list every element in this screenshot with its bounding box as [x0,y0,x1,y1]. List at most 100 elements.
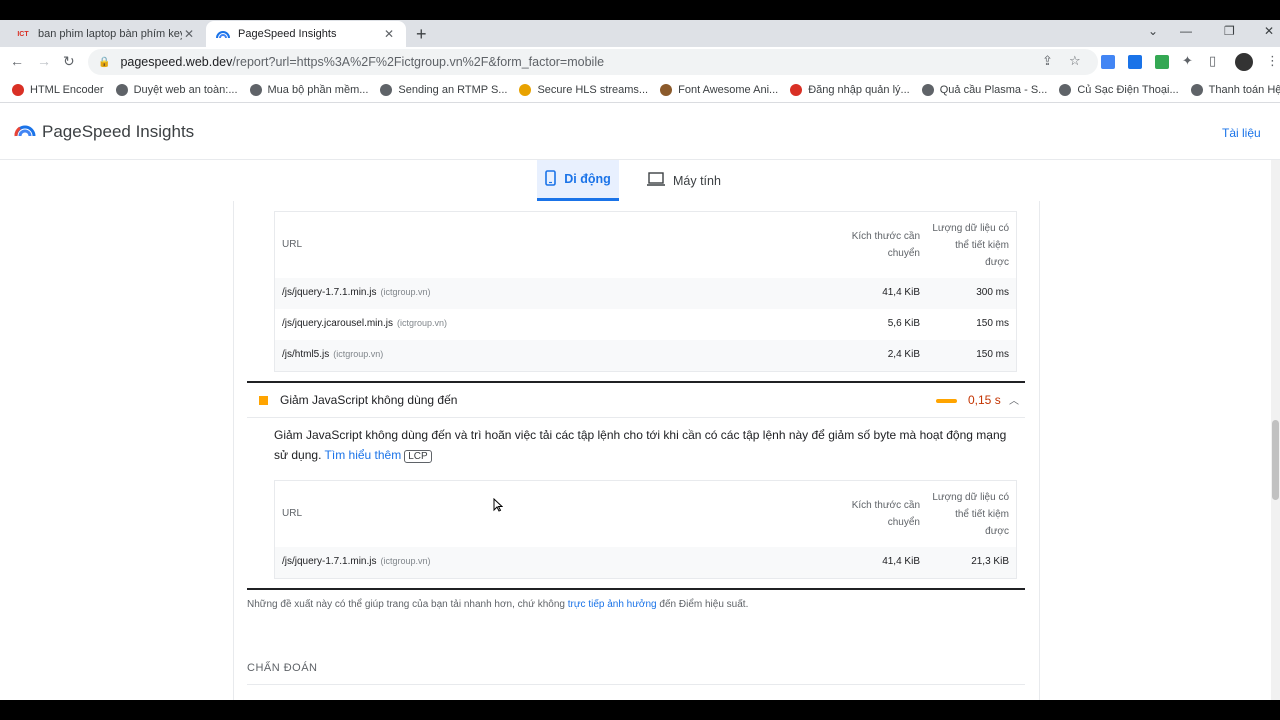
diagnostics-section-title: CHẨN ĐOÁN [247,662,318,674]
back-arrow-icon[interactable]: ← [10,53,24,69]
tab-title: PageSpeed Insights [238,28,337,40]
resource-url-link[interactable]: /js/jquery.jcarousel.min.js [282,318,393,329]
bookmark-item[interactable]: HTML Encoder [12,83,104,96]
bookmark-item[interactable]: Sending an RTMP S... [380,83,508,96]
restore-icon[interactable]: ❐ [1224,24,1235,38]
bookmark-item[interactable]: Đăng nhập quản lý... [790,83,910,96]
address-bar[interactable]: 🔒 pagespeed.web.dev/report?url=https%3A%… [88,49,1098,75]
bookmark-label: HTML Encoder [30,83,104,96]
lock-icon: 🔒 [98,56,111,68]
column-header-url: URL [282,508,303,519]
globe-icon [249,83,262,96]
resource-size: 41,4 KiB [882,287,920,298]
tab-label: Di động [564,172,611,186]
resource-size: 2,4 KiB [887,349,920,360]
table-row: /js/html5.js (ictgroup.vn) 2,4 KiB 150 ms [275,340,1016,371]
ict-favicon-icon: ICT [17,30,29,38]
laptop-icon [647,172,665,189]
bookmark-item[interactable]: Thanh toán Hệ thố... [1190,83,1280,96]
column-header-url: URL [282,239,303,250]
savings-bar [936,399,957,403]
bookmark-item[interactable]: Duyệt web an toàn:... [115,83,238,96]
table-header: URL Kích thước cần chuyển Lượng dữ liệu … [275,212,1016,278]
resource-domain: (ictgroup.vn) [396,318,447,328]
resource-domain: (ictgroup.vn) [380,287,431,297]
close-tab-icon[interactable]: ✕ [182,27,196,41]
page-header: PageSpeed Insights Tài liệu [0,104,1280,160]
hls-favicon-icon [519,83,532,96]
profile-avatar[interactable] [1235,53,1253,71]
globe-icon [115,83,128,96]
column-header-savings: Lượng dữ liệu có thể tiết kiệm được [932,492,1009,537]
resource-url-link[interactable]: /js/html5.js [282,349,329,360]
window-close-icon[interactable]: ✕ [1264,24,1274,38]
column-header-size: Kích thước cần chuyển [851,231,920,259]
tab-title: ban phim laptop bàn phím keyb [38,28,182,40]
browser-tab-pagespeed[interactable]: PageSpeed Insights ✕ [206,21,406,47]
learn-more-link[interactable]: Tìm hiểu thêm [325,448,402,462]
puzzle-extensions-icon[interactable]: ✦ [1182,53,1193,69]
chevron-up-icon[interactable]: ︿ [1009,392,1019,407]
tab-desktop[interactable]: Máy tính [647,160,737,201]
resource-url-link[interactable]: /js/jquery-1.7.1.min.js [282,287,376,298]
scrollbar-thumb[interactable] [1272,420,1279,500]
bookmark-label: Secure HLS streams... [537,83,649,96]
browser-tab-ictgroup[interactable]: ICT ban phim laptop bàn phím keyb ✕ [6,21,206,47]
audit-divider [247,381,1025,383]
browser-toolbar: ← → ↻ 🔒 pagespeed.web.dev/report?url=htt… [0,47,1280,77]
resource-savings: 21,3 KiB [971,556,1009,567]
resource-url-link[interactable]: /js/jquery-1.7.1.min.js [282,556,376,567]
screenshot-extension-icon[interactable] [1155,55,1169,69]
bookmark-item[interactable]: Secure HLS streams... [519,83,649,96]
bookmark-label: Thanh toán Hệ thố... [1208,83,1280,96]
resource-domain: (ictgroup.vn) [380,556,431,566]
bookmark-item[interactable]: Củ Sạc Điện Thoại... [1059,83,1179,96]
bookmark-label: Sending an RTMP S... [398,83,508,96]
bookmark-label: Mua bộ phần mềm... [267,83,369,96]
warning-square-icon [259,396,268,405]
mouse-cursor-icon [493,497,504,515]
note-text-before: Những đề xuất này có thể giúp trang của … [247,599,565,610]
bookmark-item[interactable]: Mua bộ phần mềm... [249,83,369,96]
resource-savings: 150 ms [976,318,1009,329]
tab-mobile[interactable]: Di động [537,160,619,201]
side-panel-icon[interactable]: ▯ [1209,53,1216,69]
audit-description: Giảm JavaScript không dùng đến và trì ho… [274,425,1019,467]
translate-extension-icon[interactable] [1101,55,1115,69]
menu-kebab-icon[interactable]: ⋮ [1266,53,1279,69]
tab-search-chevron-icon[interactable]: ⌄ [1148,24,1158,38]
bookmark-item[interactable]: Font Awesome Ani... [660,83,778,96]
pagespeed-favicon-icon [216,27,230,41]
table-header: URL Kích thước cần chuyển Lượng dữ liệu … [275,481,1016,547]
globe-icon [380,83,393,96]
share-icon[interactable]: ⇪ [1042,53,1053,69]
close-tab-icon[interactable]: ✕ [382,27,396,41]
audit-unused-javascript-header[interactable]: Giảm JavaScript không dùng đến 0,15 s ︿ [247,384,1025,418]
bookmark-item[interactable]: Quả cầu Plasma - S... [921,83,1048,96]
reload-icon[interactable]: ↻ [63,53,75,70]
bookmarks-bar: HTML Encoder Duyệt web an toàn:... Mua b… [0,77,1280,103]
bookmark-label: Quả cầu Plasma - S... [939,83,1048,96]
column-header-size: Kích thước cần chuyển [851,500,920,528]
docs-link[interactable]: Tài liệu [1222,126,1261,140]
resource-savings: 150 ms [976,349,1009,360]
font-awesome-favicon-icon [660,83,673,96]
url-path: /report?url=https%3A%2F%2Fictgroup.vn%2F… [232,55,605,69]
resource-savings: 300 ms [976,287,1009,298]
score-impact-link[interactable]: trực tiếp ảnh hưởng [568,599,657,610]
audit-savings-value: 0,15 s [968,393,1001,407]
new-tab-plus-icon[interactable]: + [416,24,427,45]
url-host: pagespeed.web.dev [120,55,233,69]
extension-icon[interactable] [1128,55,1142,69]
tab-label: Máy tính [673,173,721,188]
bookmark-star-icon[interactable]: ☆ [1069,53,1081,69]
cloud-favicon-icon [790,83,803,96]
unused-js-table: URL Kích thước cần chuyển Lượng dữ liệu … [274,480,1017,579]
pagespeed-logo-icon[interactable] [14,121,36,142]
minimize-icon[interactable]: — [1180,24,1192,38]
table-row: /js/jquery-1.7.1.min.js (ictgroup.vn) 41,… [275,547,1016,578]
forward-arrow-icon[interactable]: → [37,53,51,69]
bookmark-label: Duyệt web an toàn:... [133,83,238,96]
brand-title[interactable]: PageSpeed Insights [42,122,194,142]
page-scrollbar[interactable] [1271,160,1280,700]
